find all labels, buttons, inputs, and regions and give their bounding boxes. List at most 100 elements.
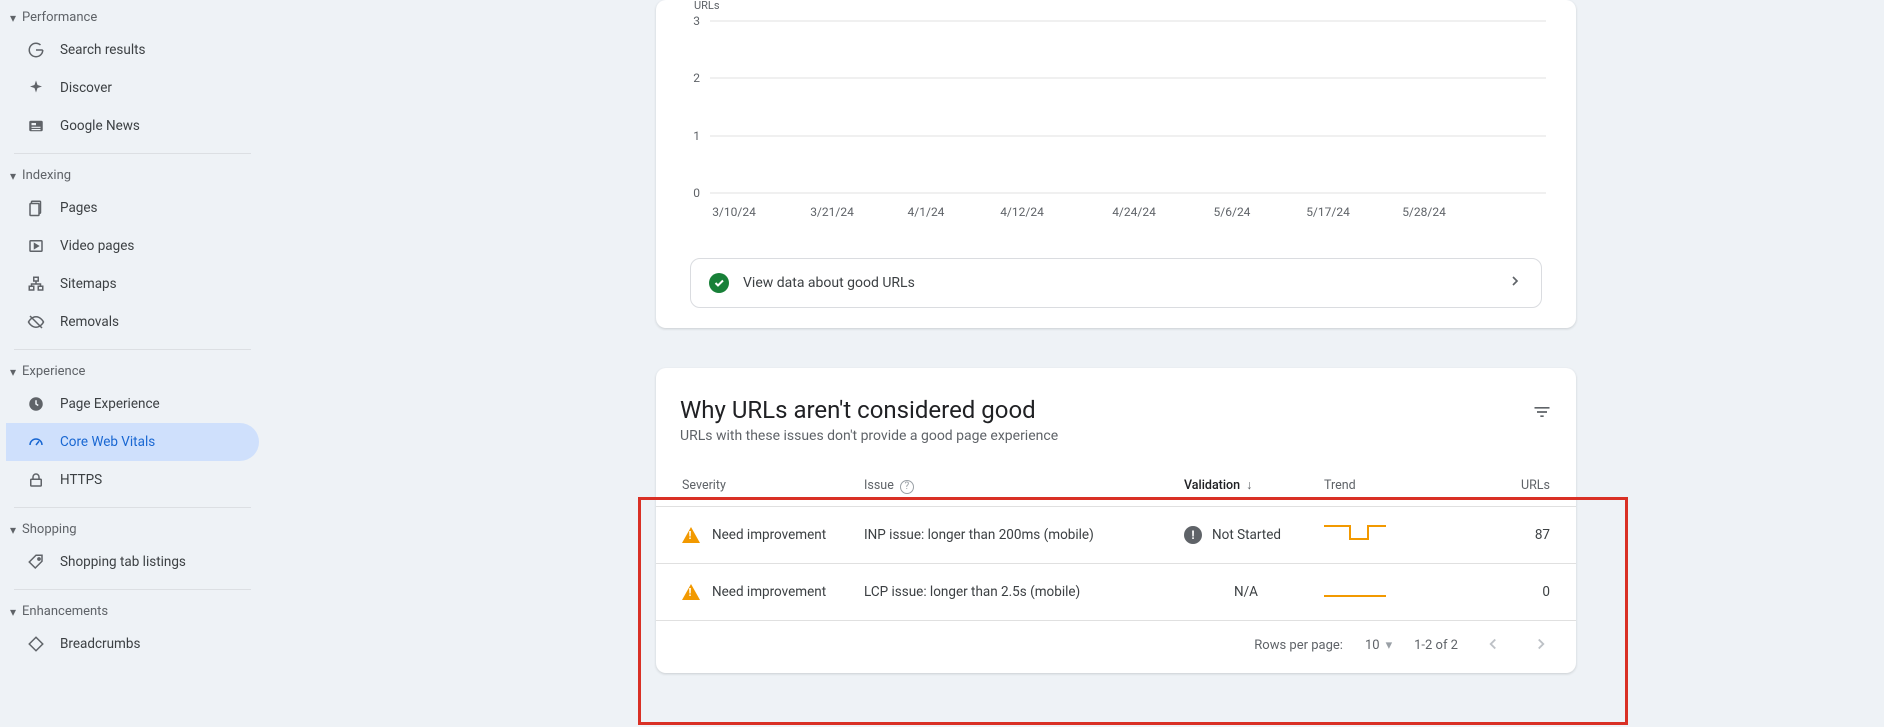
- issues-subheading: URLs with these issues don't provide a g…: [656, 424, 1576, 444]
- x-tick: 3/10/24: [712, 205, 756, 219]
- prev-page-button[interactable]: [1480, 631, 1506, 661]
- section-label: Indexing: [22, 168, 71, 183]
- filter-icon[interactable]: [1532, 402, 1552, 426]
- section-label: Enhancements: [22, 604, 108, 619]
- issues-table: Severity Issue? Validation↓ Trend URLs N…: [656, 466, 1576, 621]
- sidebar-item-label: Shopping tab listings: [60, 554, 186, 570]
- speedometer-icon: [26, 432, 46, 452]
- sidebar-item-label: Page Experience: [60, 396, 160, 412]
- diamond-icon: [26, 634, 46, 654]
- section-header-shopping[interactable]: ▾ Shopping: [0, 514, 265, 543]
- section-header-indexing[interactable]: ▾ Indexing: [0, 160, 265, 189]
- sidebar-item-label: Core Web Vitals: [60, 434, 155, 450]
- chevron-down-icon: ▾: [10, 11, 16, 25]
- not-started-icon: !: [1184, 526, 1202, 544]
- tag-icon: [26, 552, 46, 572]
- col-issue[interactable]: Issue?: [856, 466, 1176, 506]
- urls-value: 0: [1426, 563, 1576, 620]
- sidebar-item-label: Search results: [60, 42, 146, 58]
- sidebar-item-search-results[interactable]: Search results: [6, 31, 259, 69]
- divider: [14, 507, 251, 508]
- x-tick: 4/12/24: [1000, 205, 1044, 219]
- x-tick: 4/1/24: [908, 205, 945, 219]
- issues-heading: Why URLs aren't considered good: [656, 396, 1576, 424]
- section-label: Performance: [22, 10, 97, 25]
- x-tick: 4/24/24: [1112, 205, 1156, 219]
- x-tick: 3/21/24: [810, 205, 854, 219]
- col-severity[interactable]: Severity: [656, 466, 856, 506]
- chevron-down-icon: ▾: [10, 605, 16, 619]
- news-icon: [26, 116, 46, 136]
- rows-per-page-label: Rows per page:: [1254, 638, 1343, 653]
- sidebar: ▾ Performance Search results Discover Go…: [0, 0, 265, 727]
- chevron-down-icon: ▾: [1386, 638, 1393, 653]
- sidebar-item-label: Breadcrumbs: [60, 636, 140, 652]
- sidebar-item-label: Removals: [60, 314, 119, 330]
- severity-value: Need improvement: [712, 527, 826, 543]
- chevron-down-icon: ▾: [10, 523, 16, 537]
- view-good-urls-link[interactable]: View data about good URLs: [690, 258, 1542, 308]
- divider: [14, 349, 251, 350]
- chevron-right-icon: [1507, 273, 1523, 293]
- table-row[interactable]: Need improvement INP issue: longer than …: [656, 506, 1576, 563]
- good-urls-link-label: View data about good URLs: [743, 275, 915, 291]
- page-range: 1-2 of 2: [1414, 638, 1458, 653]
- sitemaps-icon: [26, 274, 46, 294]
- page-experience-icon: [26, 394, 46, 414]
- col-trend[interactable]: Trend: [1316, 466, 1426, 506]
- y-tick: 0: [693, 186, 700, 200]
- warning-icon: [682, 584, 700, 600]
- col-urls[interactable]: URLs: [1426, 466, 1576, 506]
- chevron-down-icon: ▾: [10, 169, 16, 183]
- sidebar-item-shopping-tab-listings[interactable]: Shopping tab listings: [6, 543, 259, 581]
- sidebar-item-page-experience[interactable]: Page Experience: [6, 385, 259, 423]
- sidebar-item-sitemaps[interactable]: Sitemaps: [6, 265, 259, 303]
- sidebar-item-label: HTTPS: [60, 472, 102, 488]
- validation-value: N/A: [1176, 563, 1316, 620]
- pages-icon: [26, 198, 46, 218]
- sidebar-item-label: Google News: [60, 118, 140, 134]
- issue-value: LCP issue: longer than 2.5s (mobile): [856, 563, 1176, 620]
- warning-icon: [682, 527, 700, 543]
- sidebar-item-label: Sitemaps: [60, 276, 117, 292]
- chart-card: URLs 3 2 1 0 3/10/24 3/21/24 4/1/24 4/12…: [656, 0, 1576, 328]
- y-tick: 1: [693, 129, 700, 143]
- removals-icon: [26, 312, 46, 332]
- discover-icon: [26, 78, 46, 98]
- sidebar-item-discover[interactable]: Discover: [6, 69, 259, 107]
- section-header-enhancements[interactable]: ▾ Enhancements: [0, 596, 265, 625]
- check-circle-icon: [709, 273, 729, 293]
- table-row[interactable]: Need improvement LCP issue: longer than …: [656, 563, 1576, 620]
- severity-value: Need improvement: [712, 584, 826, 600]
- section-label: Shopping: [22, 522, 77, 537]
- sidebar-item-core-web-vitals[interactable]: Core Web Vitals: [6, 423, 259, 461]
- sidebar-item-pages[interactable]: Pages: [6, 189, 259, 227]
- sidebar-item-video-pages[interactable]: Video pages: [6, 227, 259, 265]
- issues-card: Why URLs aren't considered good URLs wit…: [656, 368, 1576, 673]
- sort-down-icon: ↓: [1246, 478, 1252, 493]
- trend-sparkline: [1324, 578, 1388, 602]
- divider: [14, 153, 251, 154]
- x-tick: 5/6/24: [1214, 205, 1251, 219]
- section-label: Experience: [22, 364, 85, 379]
- section-header-experience[interactable]: ▾ Experience: [0, 356, 265, 385]
- sidebar-item-google-news[interactable]: Google News: [6, 107, 259, 145]
- sidebar-item-label: Video pages: [60, 238, 134, 254]
- sidebar-item-breadcrumbs[interactable]: Breadcrumbs: [6, 625, 259, 663]
- section-header-performance[interactable]: ▾ Performance: [0, 2, 265, 31]
- chart-y-label: URLs: [694, 0, 720, 12]
- col-validation[interactable]: Validation↓: [1176, 466, 1316, 506]
- main-content: URLs 3 2 1 0 3/10/24 3/21/24 4/1/24 4/12…: [656, 0, 1596, 673]
- urls-chart: 3 2 1 0 3/10/24 3/21/24 4/1/24 4/12/24 4…: [676, 0, 1556, 230]
- sidebar-item-removals[interactable]: Removals: [6, 303, 259, 341]
- y-tick: 3: [693, 14, 700, 28]
- next-page-button[interactable]: [1528, 631, 1554, 661]
- y-tick: 2: [693, 71, 700, 85]
- chevron-down-icon: ▾: [10, 365, 16, 379]
- x-tick: 5/28/24: [1402, 205, 1446, 219]
- sidebar-item-label: Discover: [60, 80, 112, 96]
- urls-value: 87: [1426, 506, 1576, 563]
- sidebar-item-https[interactable]: HTTPS: [6, 461, 259, 499]
- rows-per-page-select[interactable]: 10 ▾: [1365, 638, 1392, 653]
- help-icon[interactable]: ?: [900, 480, 914, 494]
